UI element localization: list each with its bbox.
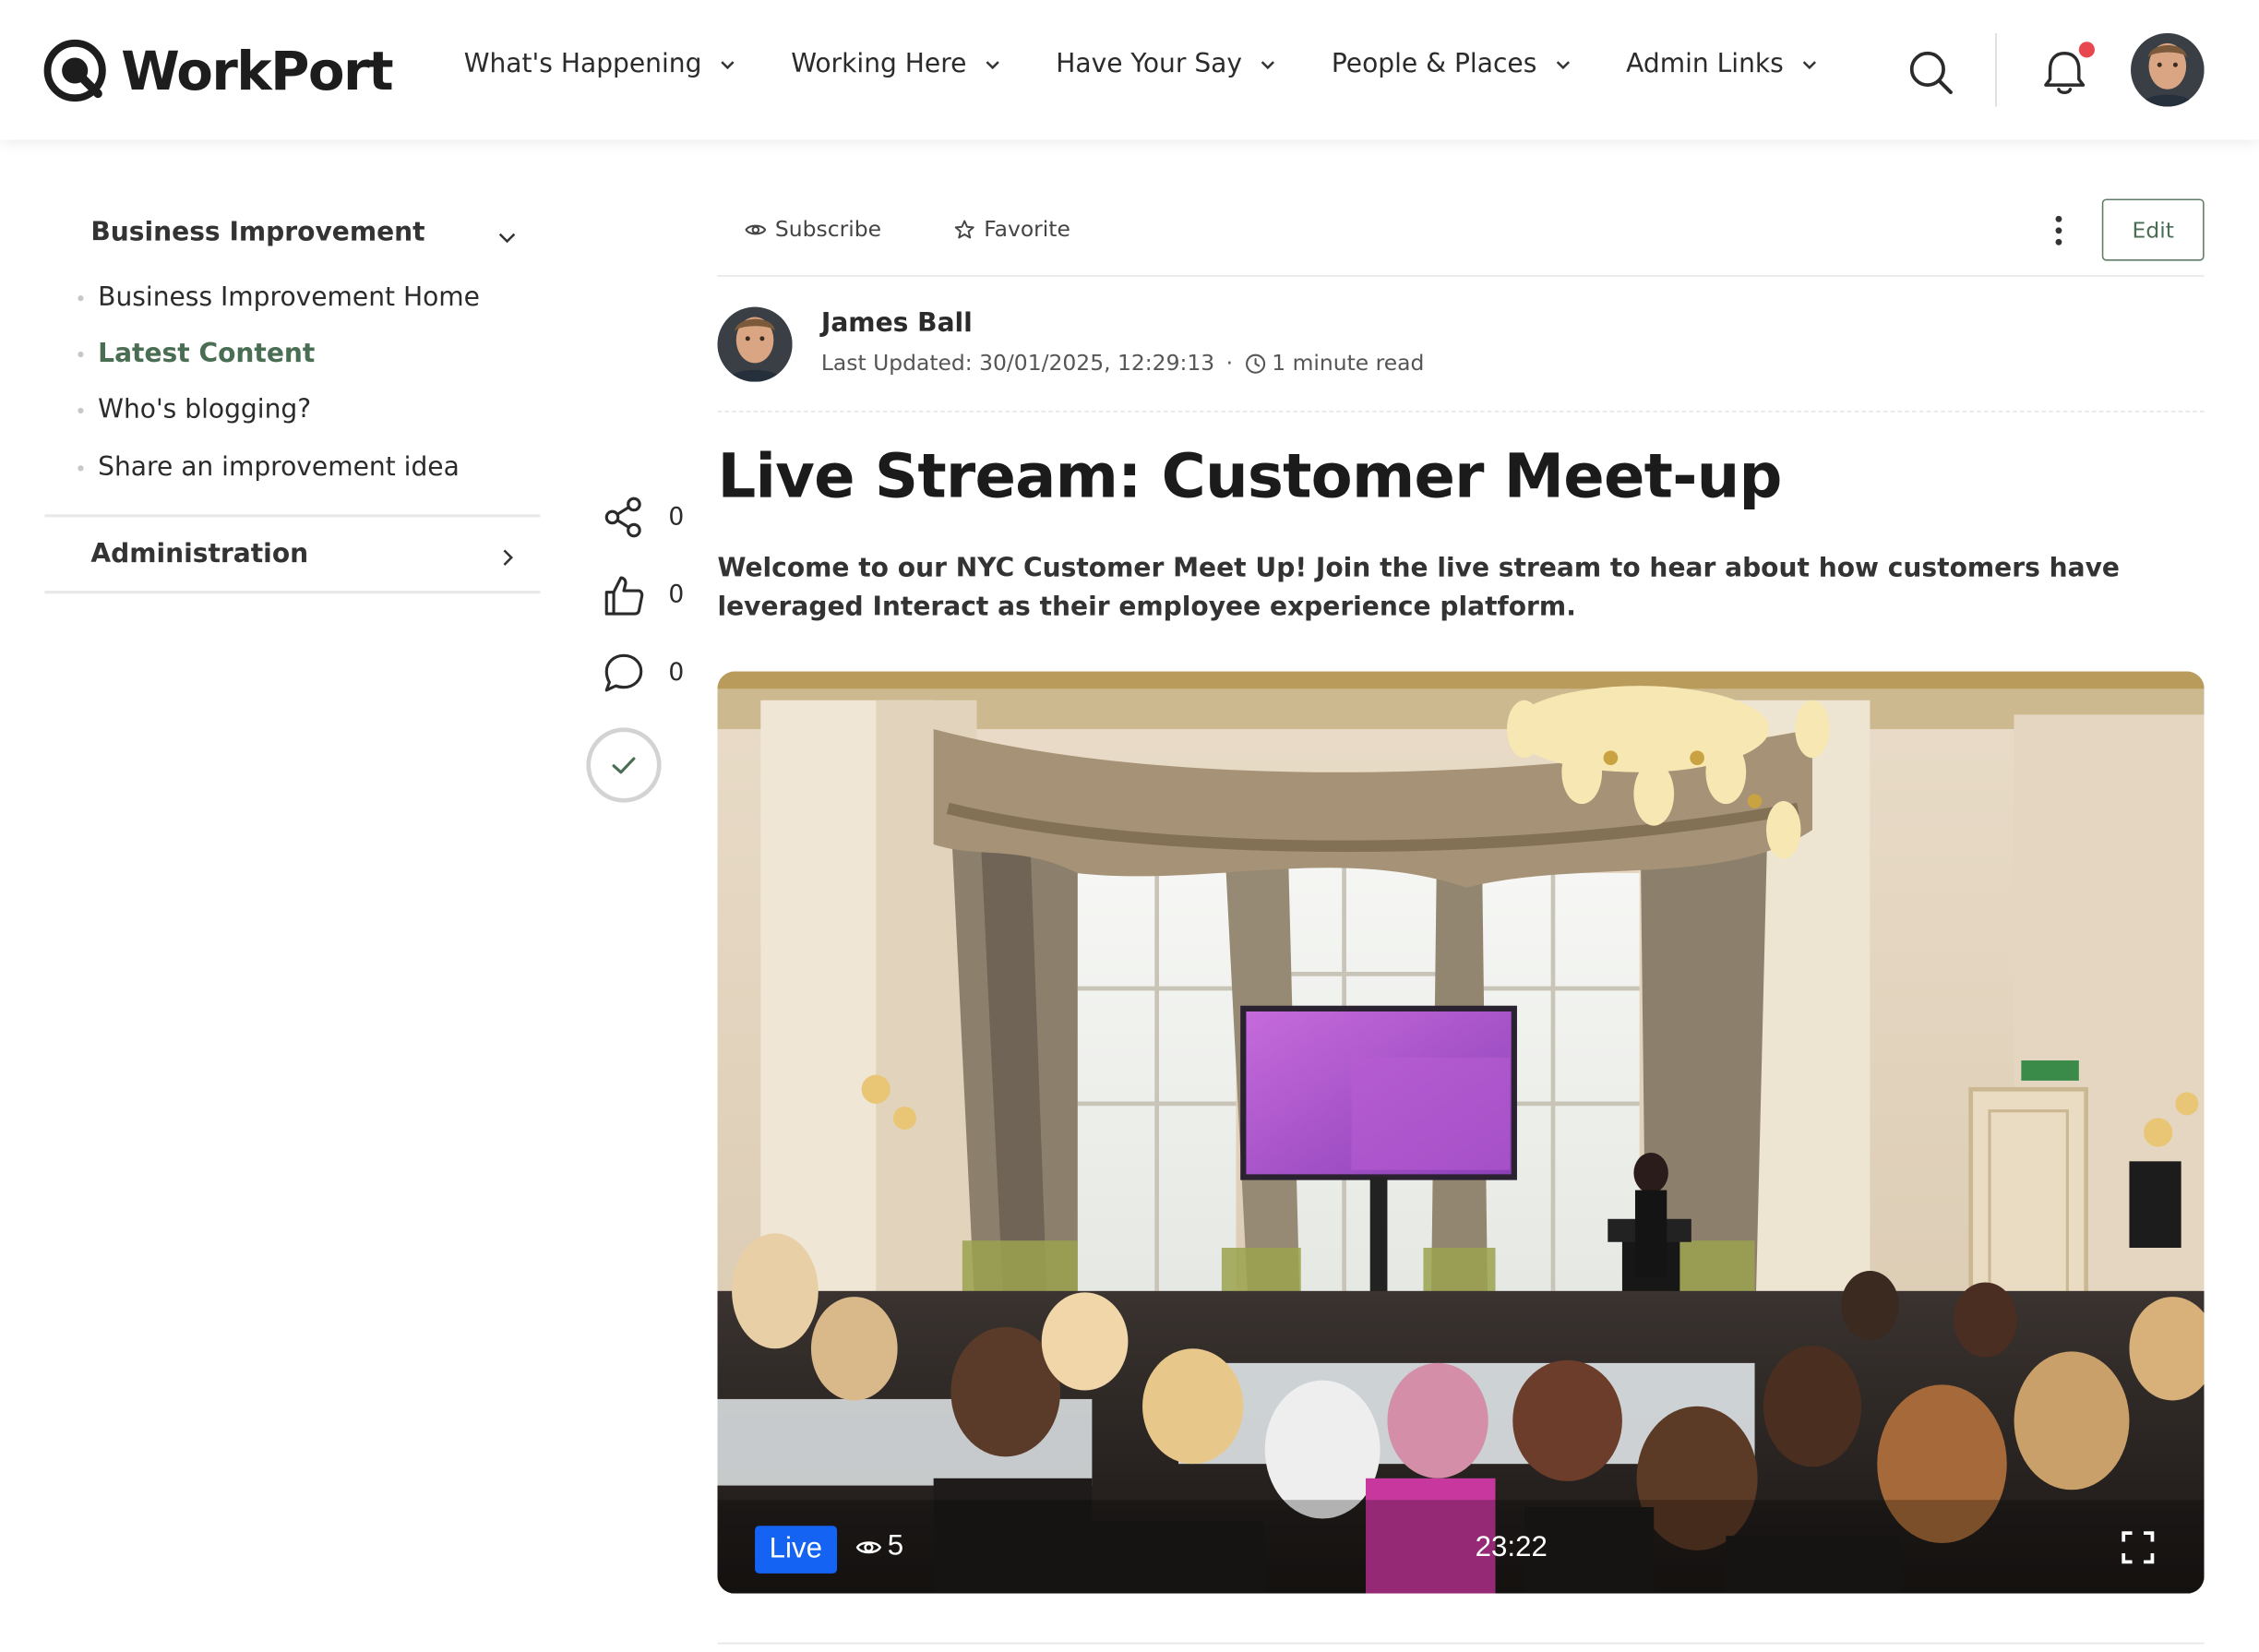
nav-label: Have Your Say bbox=[1056, 49, 1243, 79]
viewer-count: 5 bbox=[855, 1530, 903, 1563]
nav-label: People & Places bbox=[1331, 49, 1537, 79]
live-video-player[interactable]: Live 5 23:22 bbox=[717, 671, 2205, 1594]
eye-icon bbox=[745, 223, 767, 234]
sidebar-section-administration[interactable]: Administration bbox=[90, 539, 308, 569]
content-divider bbox=[717, 1642, 2205, 1645]
user-avatar-image bbox=[2131, 32, 2205, 107]
sidebar-item-business-improvement-home[interactable]: Business Improvement Home bbox=[78, 282, 480, 313]
sidebar-divider bbox=[44, 591, 541, 594]
sidebar-divider bbox=[44, 514, 541, 518]
favorite-button[interactable]: Favorite bbox=[954, 216, 1070, 242]
author-name[interactable]: James Ball bbox=[821, 308, 973, 339]
page: WorkPort What's Happening Working Here H… bbox=[0, 0, 2259, 1650]
header-divider bbox=[1995, 32, 1997, 107]
read-time: 1 minute read bbox=[1272, 350, 1425, 377]
chevron-down-icon[interactable] bbox=[497, 228, 518, 248]
article-title: Live Stream: Customer Meet-up bbox=[717, 440, 1782, 512]
comment-count: 0 bbox=[668, 658, 685, 688]
bullet bbox=[78, 294, 84, 301]
video-timecode: 23:22 bbox=[1475, 1531, 1548, 1563]
search-icon[interactable] bbox=[1906, 48, 1954, 97]
star-icon bbox=[954, 219, 974, 238]
eye-icon bbox=[855, 1540, 882, 1553]
viewer-count-value: 5 bbox=[887, 1529, 904, 1562]
avatar[interactable] bbox=[2131, 32, 2205, 107]
action-bar-divider bbox=[717, 275, 2205, 277]
mark-as-read-button[interactable] bbox=[586, 727, 662, 803]
last-updated: Last Updated: 30/01/2025, 12:29:13 bbox=[820, 350, 1215, 377]
chevron-down-icon bbox=[1802, 60, 1817, 69]
checkmark-icon bbox=[612, 757, 636, 774]
author-divider bbox=[717, 410, 2205, 413]
nav-whats-happening[interactable]: What's Happening bbox=[464, 49, 736, 79]
sidebar-item-label: Business Improvement Home bbox=[98, 281, 480, 313]
top-navigation-bar: WorkPort What's Happening Working Here H… bbox=[0, 0, 2259, 140]
chevron-down-icon bbox=[986, 60, 999, 69]
share-button[interactable] bbox=[603, 496, 646, 539]
nav-working-here[interactable]: Working Here bbox=[791, 49, 1001, 79]
notification-dot bbox=[2078, 42, 2095, 58]
nav-have-your-say[interactable]: Have Your Say bbox=[1056, 49, 1276, 79]
sidebar-item-whos-blogging[interactable]: Who's blogging? bbox=[78, 395, 311, 425]
chevron-down-icon bbox=[1261, 60, 1275, 69]
meta-separator: · bbox=[1225, 350, 1234, 377]
share-icon bbox=[604, 497, 641, 538]
nav-label: Admin Links bbox=[1626, 49, 1784, 79]
nav-label: What's Happening bbox=[463, 49, 702, 79]
nav-admin-links[interactable]: Admin Links bbox=[1626, 49, 1818, 79]
fullscreen-icon[interactable] bbox=[2121, 1530, 2155, 1564]
favorite-label: Favorite bbox=[984, 216, 1070, 243]
sidebar-item-label: Latest Content bbox=[98, 338, 316, 369]
share-count: 0 bbox=[668, 502, 685, 533]
sidebar-item-label: Who's blogging? bbox=[98, 394, 312, 425]
bullet bbox=[78, 407, 84, 413]
author-meta: Last Updated: 30/01/2025, 12:29:13 · 1 m… bbox=[821, 350, 1425, 376]
more-options-icon[interactable] bbox=[2047, 213, 2070, 247]
sidebar-item-label: Share an improvement idea bbox=[98, 452, 460, 484]
edit-button[interactable]: Edit bbox=[2101, 198, 2205, 261]
subscribe-button[interactable]: Subscribe bbox=[745, 216, 881, 242]
like-count: 0 bbox=[668, 581, 685, 610]
nav-label: Working Here bbox=[791, 49, 967, 79]
comment-icon bbox=[604, 653, 643, 692]
nav-people-places[interactable]: People & Places bbox=[1332, 49, 1572, 79]
chevron-right-icon[interactable] bbox=[497, 547, 518, 568]
main-nav: What's Happening Working Here Have Your … bbox=[464, 49, 1819, 79]
live-badge: Live bbox=[755, 1526, 837, 1574]
like-button[interactable] bbox=[603, 573, 646, 617]
sidebar-section-business-improvement[interactable]: Business Improvement bbox=[90, 218, 424, 248]
chevron-down-icon bbox=[1556, 60, 1570, 69]
author-avatar[interactable] bbox=[717, 306, 793, 382]
sidebar-item-latest-content[interactable]: Latest Content bbox=[78, 339, 315, 369]
logo-text: WorkPort bbox=[121, 39, 393, 102]
bullet bbox=[78, 464, 84, 471]
video-frame-image bbox=[717, 671, 2205, 1594]
thumbs-up-icon bbox=[604, 576, 644, 616]
author-avatar-image bbox=[717, 306, 793, 382]
sidebar-item-share-idea[interactable]: Share an improvement idea bbox=[78, 452, 460, 484]
clock-icon bbox=[1245, 353, 1265, 373]
chevron-down-icon bbox=[721, 60, 735, 69]
article-lead: Welcome to our NYC Customer Meet Up! Joi… bbox=[717, 553, 2120, 623]
subscribe-label: Subscribe bbox=[774, 216, 881, 243]
workport-logo-mark bbox=[43, 39, 106, 102]
bullet bbox=[78, 351, 84, 357]
comment-button[interactable] bbox=[603, 652, 646, 695]
workport-logo[interactable]: WorkPort bbox=[43, 36, 394, 105]
